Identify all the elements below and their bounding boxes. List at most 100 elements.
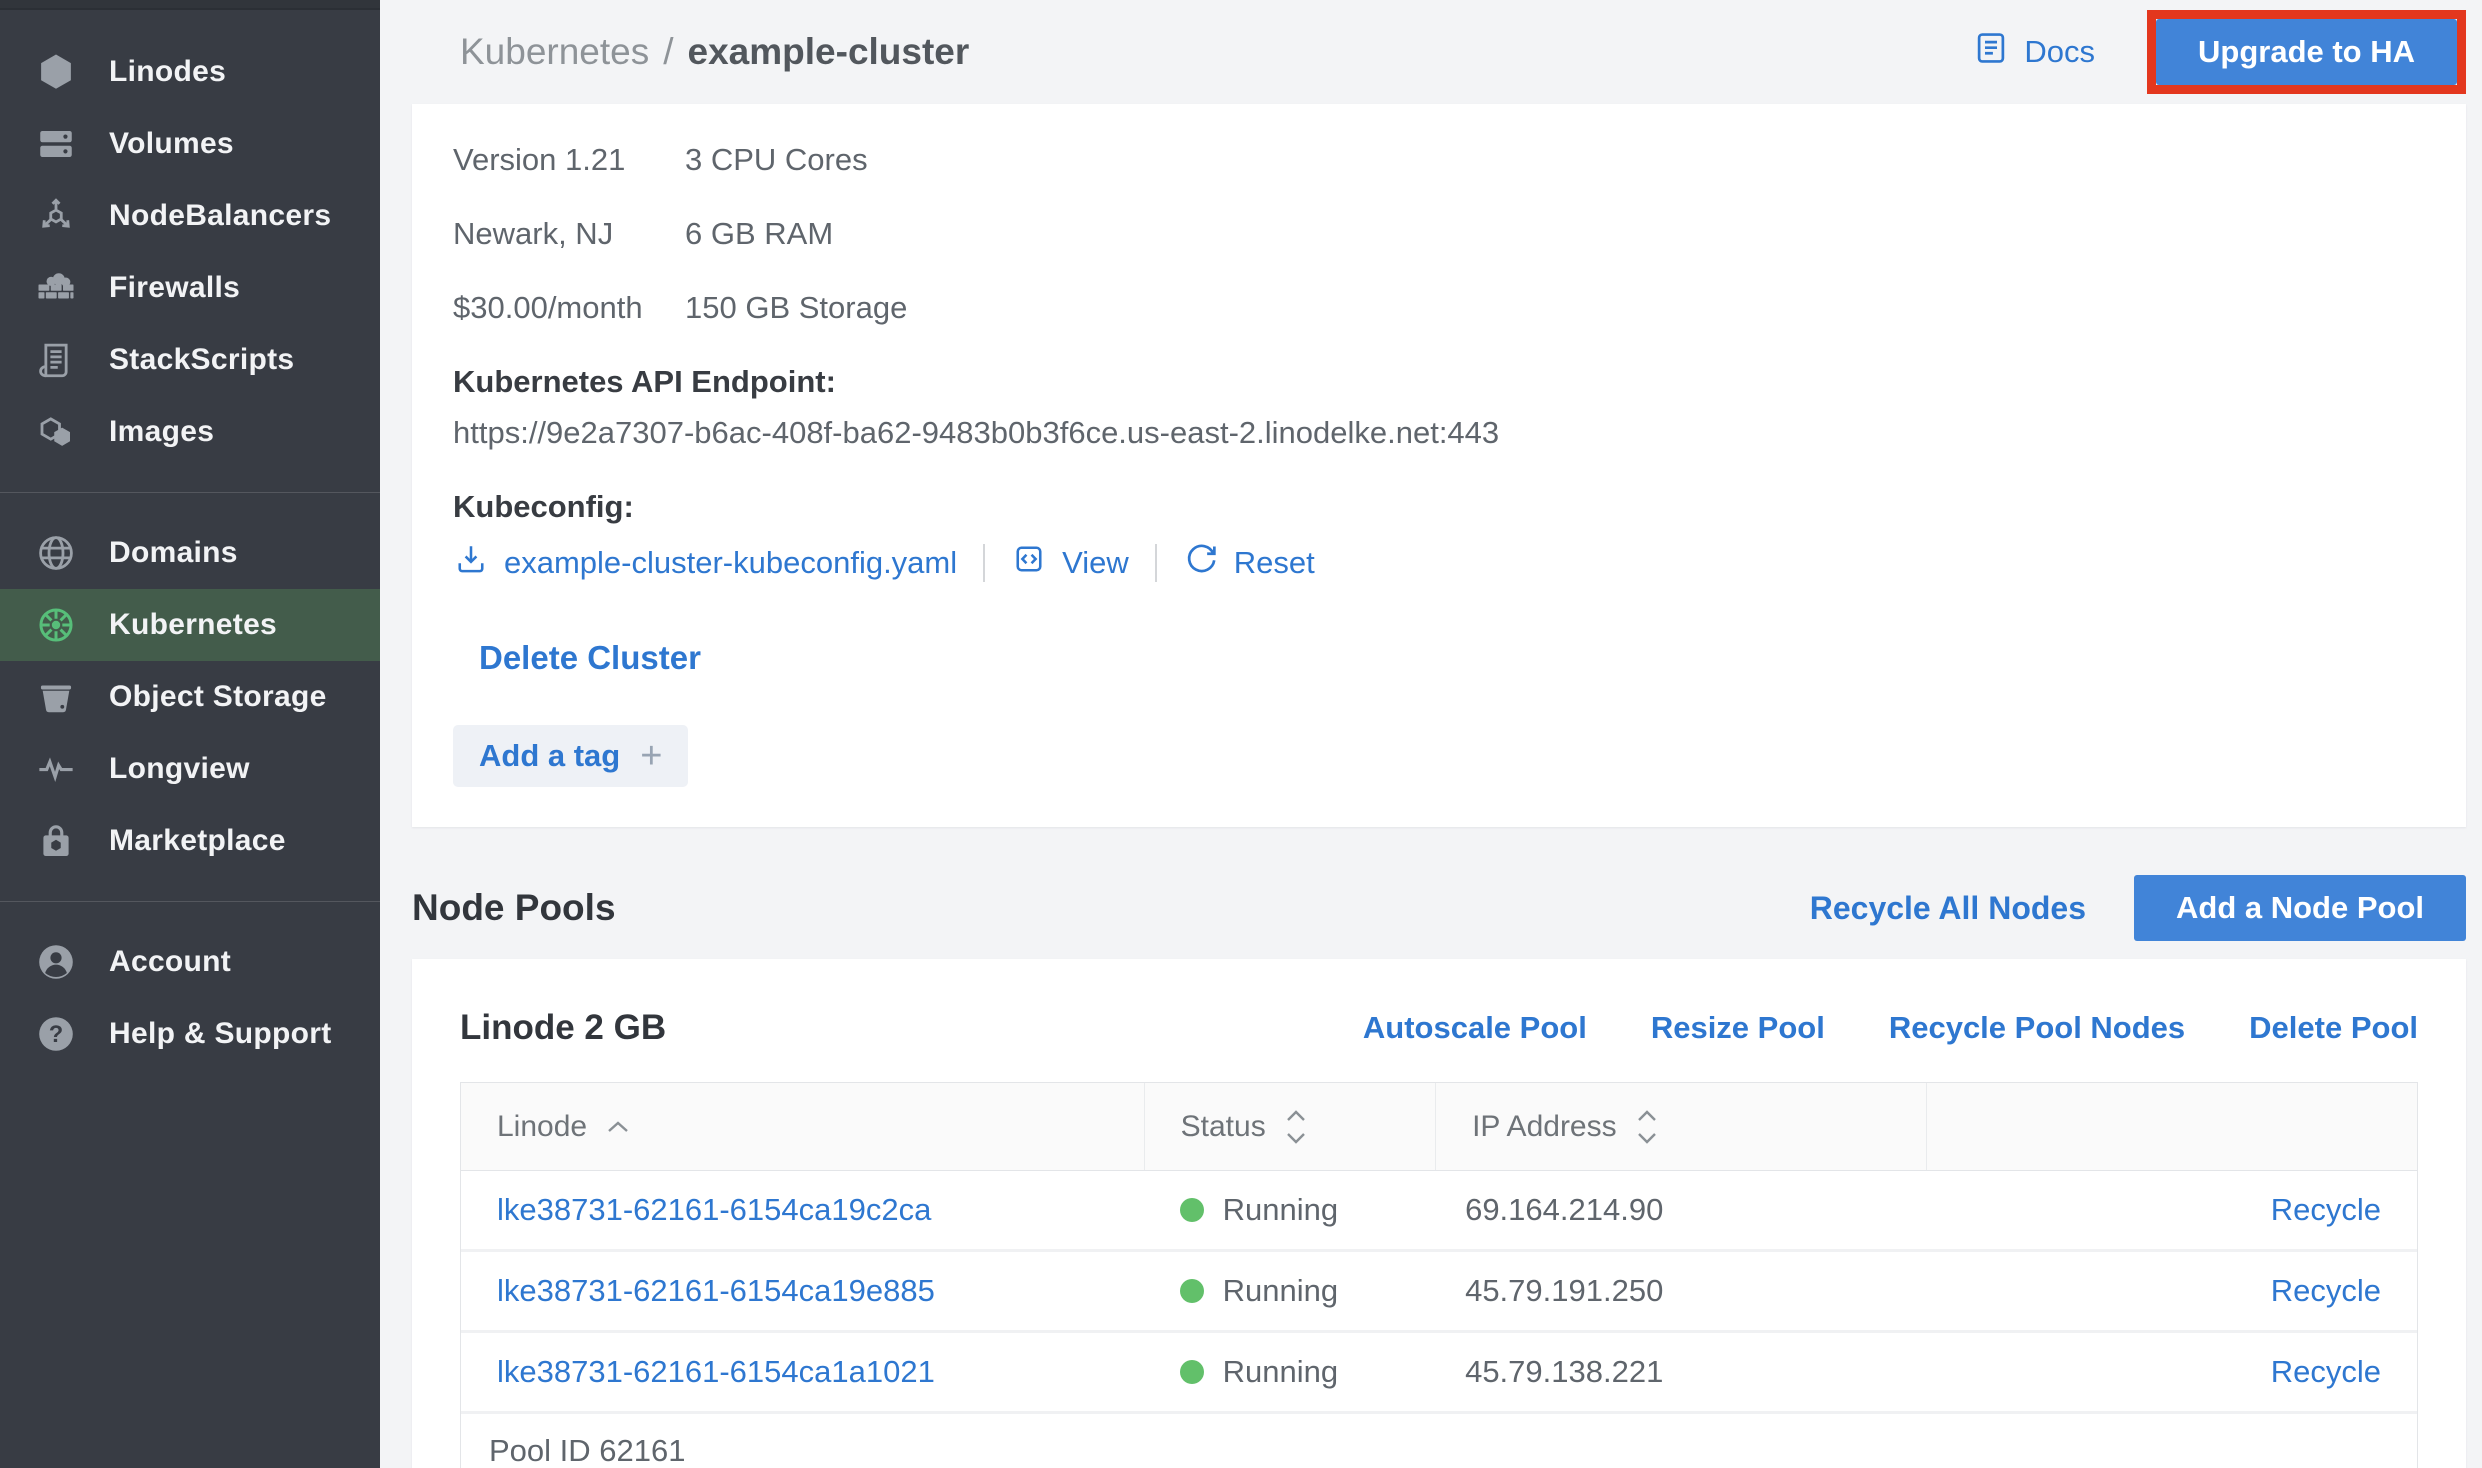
sidebar-item-help-support[interactable]: ? Help & Support: [0, 998, 380, 1070]
sidebar-item-label: Kubernetes: [109, 608, 277, 642]
pool-name: Linode 2 GB: [460, 1008, 666, 1048]
plus-icon: +: [640, 737, 662, 775]
cluster-region: Newark, NJ: [453, 216, 685, 252]
kubeconfig-label: Kubeconfig:: [453, 489, 2418, 525]
recycle-pool-nodes-link[interactable]: Recycle Pool Nodes: [1889, 1010, 2185, 1046]
table-row: lke38731-62161-6154ca1a1021 Running 45.7…: [461, 1333, 2417, 1414]
sidebar-item-object-storage[interactable]: Object Storage: [0, 661, 380, 733]
recycle-node-link[interactable]: Recycle: [2271, 1192, 2381, 1228]
status-label: Running: [1223, 1354, 1338, 1390]
cluster-summary-grid: Version 1.21 3 CPU Cores Newark, NJ 6 GB…: [453, 142, 907, 326]
api-endpoint-label: Kubernetes API Endpoint:: [453, 364, 2418, 400]
sidebar-item-label: NodeBalancers: [109, 199, 331, 233]
column-header-linode[interactable]: Linode: [461, 1083, 1144, 1170]
sidebar-item-label: Volumes: [109, 127, 234, 161]
pool-header: Linode 2 GB Autoscale Pool Resize Pool R…: [460, 959, 2418, 1082]
upgrade-to-ha-button[interactable]: Upgrade to HA: [2156, 19, 2457, 85]
sort-both-icon: [1284, 1108, 1308, 1146]
pool-id: Pool ID 62161: [489, 1433, 685, 1468]
sidebar-item-label: Longview: [109, 752, 250, 786]
sidebar-item-stackscripts[interactable]: StackScripts: [0, 324, 380, 396]
status-dot-running: [1180, 1198, 1204, 1222]
add-tag-label: Add a tag: [479, 738, 620, 774]
status-label: Running: [1223, 1273, 1338, 1309]
view-label: View: [1062, 545, 1129, 581]
help-icon: ?: [33, 1011, 79, 1057]
node-ip: 45.79.191.250: [1435, 1273, 1926, 1309]
column-header-actions: [1926, 1083, 2417, 1170]
api-endpoint-url: https://9e2a7307-b6ac-408f-ba62-9483b0b3…: [453, 415, 2418, 451]
node-ip: 69.164.214.90: [1435, 1192, 1926, 1228]
kubeconfig-file-name: example-cluster-kubeconfig.yaml: [504, 545, 957, 581]
cluster-cpu: 3 CPU Cores: [685, 142, 907, 178]
sidebar: Linodes Volumes NodeBalancers Firewalls: [0, 0, 380, 1468]
object-storage-icon: [33, 674, 79, 720]
breadcrumb-section[interactable]: Kubernetes: [460, 31, 649, 73]
pool-id-row: Pool ID 62161: [461, 1414, 2417, 1468]
kubeconfig-download-link[interactable]: example-cluster-kubeconfig.yaml: [453, 541, 957, 585]
docs-link[interactable]: Docs: [1972, 29, 2095, 75]
resize-pool-link[interactable]: Resize Pool: [1651, 1010, 1825, 1046]
page: Linodes Volumes NodeBalancers Firewalls: [0, 0, 2482, 1468]
sidebar-divider: [0, 901, 380, 902]
marketplace-icon: [33, 818, 79, 864]
sidebar-item-label: Images: [109, 415, 214, 449]
sidebar-item-linodes[interactable]: Linodes: [0, 36, 380, 108]
sort-asc-icon: [605, 1120, 631, 1134]
status-label: Running: [1223, 1192, 1338, 1228]
node-pools-header: Node Pools Recycle All Nodes Add a Node …: [412, 873, 2466, 943]
pool-actions: Autoscale Pool Resize Pool Recycle Pool …: [1363, 1010, 2418, 1046]
sidebar-item-kubernetes[interactable]: Kubernetes: [0, 589, 380, 661]
column-header-status[interactable]: Status: [1144, 1083, 1435, 1170]
sidebar-item-nodebalancers[interactable]: NodeBalancers: [0, 180, 380, 252]
column-label: Linode: [497, 1110, 587, 1144]
kubeconfig-view-link[interactable]: View: [1011, 541, 1129, 585]
sidebar-item-label: Firewalls: [109, 271, 240, 305]
node-pools-title: Node Pools: [412, 887, 616, 929]
kubeconfig-reset-link[interactable]: Reset: [1183, 541, 1315, 585]
status-dot-running: [1180, 1279, 1204, 1303]
delete-pool-link[interactable]: Delete Pool: [2249, 1010, 2418, 1046]
node-link[interactable]: lke38731-62161-6154ca1a1021: [497, 1354, 935, 1390]
table-row: lke38731-62161-6154ca19e885 Running 45.7…: [461, 1252, 2417, 1333]
node-pools-actions: Recycle All Nodes Add a Node Pool: [1810, 875, 2466, 941]
reset-label: Reset: [1234, 545, 1315, 581]
column-label: IP Address: [1472, 1110, 1617, 1144]
breadcrumb: Kubernetes / example-cluster: [460, 31, 969, 73]
add-tag-button[interactable]: Add a tag +: [453, 725, 688, 787]
node-link[interactable]: lke38731-62161-6154ca19c2ca: [497, 1192, 931, 1228]
sidebar-item-images[interactable]: Images: [0, 396, 380, 468]
sidebar-item-firewalls[interactable]: Firewalls: [0, 252, 380, 324]
volumes-icon: [33, 121, 79, 167]
sidebar-item-marketplace[interactable]: Marketplace: [0, 805, 380, 877]
top-actions: Docs Upgrade to HA: [1972, 10, 2466, 94]
account-icon: [33, 939, 79, 985]
recycle-node-link[interactable]: Recycle: [2271, 1273, 2381, 1309]
sidebar-item-account[interactable]: Account: [0, 926, 380, 998]
delete-cluster-link[interactable]: Delete Cluster: [479, 639, 701, 677]
column-header-ip-address[interactable]: IP Address: [1435, 1083, 1926, 1170]
node-pool-card: Linode 2 GB Autoscale Pool Resize Pool R…: [412, 959, 2466, 1468]
sidebar-item-label: Object Storage: [109, 680, 327, 714]
autoscale-pool-link[interactable]: Autoscale Pool: [1363, 1010, 1587, 1046]
node-link[interactable]: lke38731-62161-6154ca19e885: [497, 1273, 935, 1309]
sidebar-top-strip: [0, 0, 380, 10]
sidebar-item-label: Account: [109, 945, 231, 979]
cluster-version: Version 1.21: [453, 142, 685, 178]
sidebar-divider: [0, 492, 380, 493]
recycle-node-link[interactable]: Recycle: [2271, 1354, 2381, 1390]
sidebar-item-label: Linodes: [109, 55, 226, 89]
cluster-summary-card: Version 1.21 3 CPU Cores Newark, NJ 6 GB…: [412, 104, 2466, 827]
add-node-pool-button[interactable]: Add a Node Pool: [2134, 875, 2466, 941]
sidebar-item-volumes[interactable]: Volumes: [0, 108, 380, 180]
sidebar-item-label: StackScripts: [109, 343, 294, 377]
docs-label: Docs: [2024, 34, 2095, 70]
sort-both-icon: [1635, 1108, 1659, 1146]
cluster-storage: 150 GB Storage: [685, 290, 907, 326]
recycle-all-nodes-link[interactable]: Recycle All Nodes: [1810, 890, 2086, 927]
longview-icon: [33, 746, 79, 792]
sidebar-item-domains[interactable]: Domains: [0, 517, 380, 589]
sidebar-item-longview[interactable]: Longview: [0, 733, 380, 805]
status-dot-running: [1180, 1360, 1204, 1384]
domains-icon: [33, 530, 79, 576]
